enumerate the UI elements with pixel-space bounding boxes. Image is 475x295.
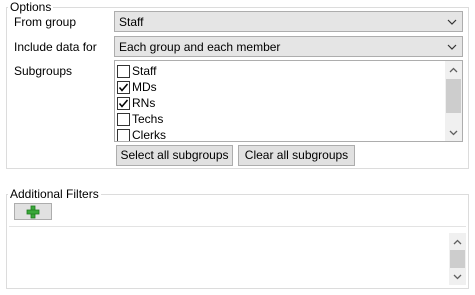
scroll-up-button[interactable] [445, 61, 462, 78]
include-data-for-value: Each group and each member [119, 40, 281, 54]
checkbox-techs[interactable] [117, 112, 130, 126]
additional-filters-title: Additional Filters [8, 187, 101, 201]
list-item-techs[interactable]: Techs [117, 111, 163, 127]
from-group-value: Staff [119, 15, 144, 29]
list-item-rns[interactable]: RNs [117, 95, 155, 111]
include-data-for-label: Include data for [14, 40, 97, 54]
dialog-root: Options From group Staff Include data fo… [0, 0, 475, 295]
list-item-label: Staff [132, 64, 157, 78]
checkbox-rns[interactable] [117, 96, 130, 110]
options-title: Options [8, 0, 54, 14]
scroll-thumb[interactable] [450, 250, 465, 268]
chevron-down-icon [453, 274, 462, 279]
chevron-down-icon[interactable] [446, 40, 458, 54]
subgroups-label: Subgroups [14, 64, 73, 78]
from-group-label: From group [14, 15, 77, 29]
list-item-label: Techs [132, 112, 164, 126]
subgroups-checked-list[interactable]: Staff MDs RNs Techs Clerks [114, 60, 463, 142]
checkmark-icon [118, 99, 129, 108]
scroll-down-button[interactable] [445, 124, 462, 141]
subgroups-scrollbar[interactable] [445, 61, 462, 141]
chevron-down-icon [449, 130, 458, 135]
add-filter-button[interactable] [14, 203, 52, 220]
checkbox-clerks[interactable] [117, 128, 130, 141]
list-item-mds[interactable]: MDs [117, 79, 157, 95]
checkmark-icon [118, 83, 129, 92]
filters-scrollbar[interactable] [449, 233, 466, 285]
include-data-for-combobox[interactable]: Each group and each member [114, 36, 463, 57]
scroll-down-button[interactable] [449, 268, 466, 285]
list-item-staff[interactable]: Staff [117, 63, 156, 79]
checkbox-staff[interactable] [117, 64, 130, 78]
scroll-up-button[interactable] [449, 233, 466, 250]
green-plus-icon [26, 205, 40, 218]
scroll-thumb[interactable] [446, 79, 461, 113]
list-item-label: MDs [132, 80, 157, 94]
chevron-down-icon[interactable] [446, 15, 458, 29]
from-group-combobox[interactable]: Staff [114, 11, 463, 32]
select-all-subgroups-button[interactable]: Select all subgroups [116, 145, 233, 166]
chevron-up-icon [453, 239, 462, 244]
list-item-label: Clerks [132, 128, 167, 142]
list-item-clerks[interactable]: Clerks [117, 127, 167, 142]
checkbox-mds[interactable] [117, 80, 130, 94]
chevron-up-icon [449, 67, 458, 72]
filters-list-area[interactable] [9, 226, 466, 286]
list-item-label: RNs [132, 96, 156, 110]
clear-all-subgroups-button[interactable]: Clear all subgroups [238, 145, 355, 166]
